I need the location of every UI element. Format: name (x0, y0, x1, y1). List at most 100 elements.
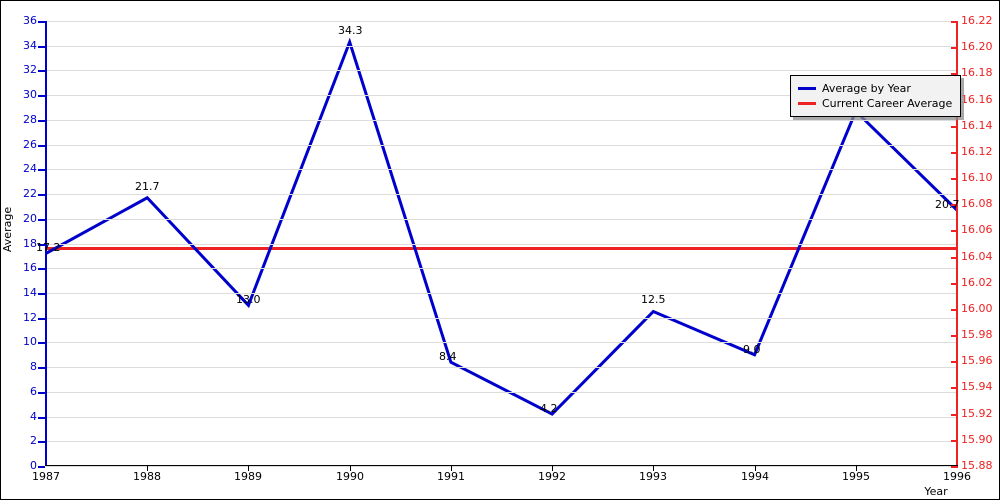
right-axis-tick (951, 126, 958, 128)
gridline (46, 169, 957, 170)
legend-label-current-career-average: Current Career Average (822, 97, 953, 110)
x-axis-tick-label: 1991 (437, 470, 465, 483)
left-axis-tick-label: 12 (23, 311, 37, 324)
gridline (46, 120, 957, 121)
gridline (46, 21, 957, 22)
bottom-axis-spine (45, 465, 958, 466)
right-axis-tick (951, 440, 958, 442)
x-axis-tick-label: 1987 (32, 470, 60, 483)
left-axis-tick-label: 26 (23, 138, 37, 151)
right-axis-tick-label: 16.18 (961, 66, 993, 79)
gridline (46, 392, 957, 393)
gridline (46, 194, 957, 195)
right-axis-tick-label: 15.92 (961, 407, 993, 420)
left-axis-tick (38, 293, 45, 295)
right-axis-tick (951, 21, 958, 23)
legend-label-average-by-year: Average by Year (822, 82, 911, 95)
right-axis-tick (951, 283, 958, 285)
left-axis-tick (38, 219, 45, 221)
chart-legend[interactable]: Average by Year Current Career Average (790, 75, 962, 117)
right-axis-tick-label: 16.16 (961, 93, 993, 106)
data-point-label: 9.0 (743, 343, 761, 356)
right-axis-tick-label: 16.20 (961, 40, 993, 53)
x-axis-tick-label: 1993 (639, 470, 667, 483)
data-point-label: 8.4 (439, 350, 457, 363)
x-axis-tick-label: 1995 (842, 470, 870, 483)
data-point-label: 21.7 (135, 180, 160, 193)
legend-swatch-current-career-average (798, 102, 816, 105)
gridline (46, 244, 957, 245)
legend-swatch-average-by-year (798, 87, 816, 90)
left-axis-tick (38, 46, 45, 48)
data-point-label: 34.3 (338, 24, 363, 37)
right-axis-tick-label: 16.00 (961, 302, 993, 315)
right-axis-tick (951, 309, 958, 311)
left-axis-tick-label: 4 (30, 410, 37, 423)
data-point-label: 4.2 (540, 402, 558, 415)
gridline (46, 318, 957, 319)
gridline (46, 145, 957, 146)
data-point-label: 20.7 (935, 198, 960, 211)
left-axis-tick-label: 24 (23, 162, 37, 175)
line-chart: 0 2 4 6 8 10 12 14 16 18 20 22 24 26 28 30 32 34 36 15.88 1… (0, 0, 1000, 500)
left-axis-tick-label: 32 (23, 63, 37, 76)
x-axis-tick-label: 1988 (133, 470, 161, 483)
left-axis-tick (38, 342, 45, 344)
right-axis-tick-label: 16.12 (961, 145, 993, 158)
right-axis-tick-label: 15.98 (961, 328, 993, 341)
right-axis-tick-label: 15.94 (961, 380, 993, 393)
right-axis-tick (951, 414, 958, 416)
left-axis-tick-label: 2 (30, 434, 37, 447)
right-axis-tick (951, 178, 958, 180)
right-axis-tick-label: 16.10 (961, 171, 993, 184)
left-axis-tick-label: 18 (23, 237, 37, 250)
right-axis-tick (951, 47, 958, 49)
left-axis-tick-label: 6 (30, 385, 37, 398)
left-axis-tick-label: 28 (23, 113, 37, 126)
gridline (46, 342, 957, 343)
right-axis-tick-label: 16.06 (961, 223, 993, 236)
right-axis-tick-label: 16.22 (961, 14, 993, 27)
right-axis-tick (951, 387, 958, 389)
right-axis-tick (951, 257, 958, 259)
left-axis-tick (38, 318, 45, 320)
x-axis-tick-label: 1992 (538, 470, 566, 483)
gridline (46, 466, 957, 467)
right-axis-tick-label: 15.90 (961, 433, 993, 446)
right-axis-tick-label: 16.14 (961, 119, 993, 132)
gridline (46, 367, 957, 368)
right-axis-tick-label: 15.96 (961, 354, 993, 367)
gridline (46, 219, 957, 220)
x-axis-tick-label: 1990 (336, 470, 364, 483)
left-axis-tick (38, 70, 45, 72)
left-axis-tick-label: 8 (30, 360, 37, 373)
left-axis-tick-label: 20 (23, 212, 37, 225)
x-axis-tick-label: 1996 (943, 470, 971, 483)
x-axis-tick-label: 1989 (234, 470, 262, 483)
gridline (46, 46, 957, 47)
legend-item-current-career-average[interactable]: Current Career Average (798, 96, 952, 111)
left-axis-tick (38, 169, 45, 171)
gridline (46, 70, 957, 71)
left-axis-tick (38, 367, 45, 369)
left-axis-tick-label: 36 (23, 14, 37, 27)
x-axis-tick-label: 1994 (741, 470, 769, 483)
left-axis-tick (38, 145, 45, 147)
left-axis-tick-label: 10 (23, 335, 37, 348)
gridline (46, 293, 957, 294)
left-axis-tick-label: 16 (23, 261, 37, 274)
x-axis-title: Year (924, 485, 948, 498)
y-axis-title: Average (1, 206, 15, 253)
left-axis-tick (38, 120, 45, 122)
gridline (46, 417, 957, 418)
data-point-label: 17.2 (36, 241, 61, 254)
left-axis-tick (38, 466, 45, 468)
left-axis-tick (38, 392, 45, 394)
left-axis-tick (38, 441, 45, 443)
data-point-label: 12.5 (641, 293, 666, 306)
gridline (46, 441, 957, 442)
left-axis-tick (38, 194, 45, 196)
left-axis-tick (38, 268, 45, 270)
right-axis-tick (951, 335, 958, 337)
legend-item-average-by-year[interactable]: Average by Year (798, 81, 952, 96)
